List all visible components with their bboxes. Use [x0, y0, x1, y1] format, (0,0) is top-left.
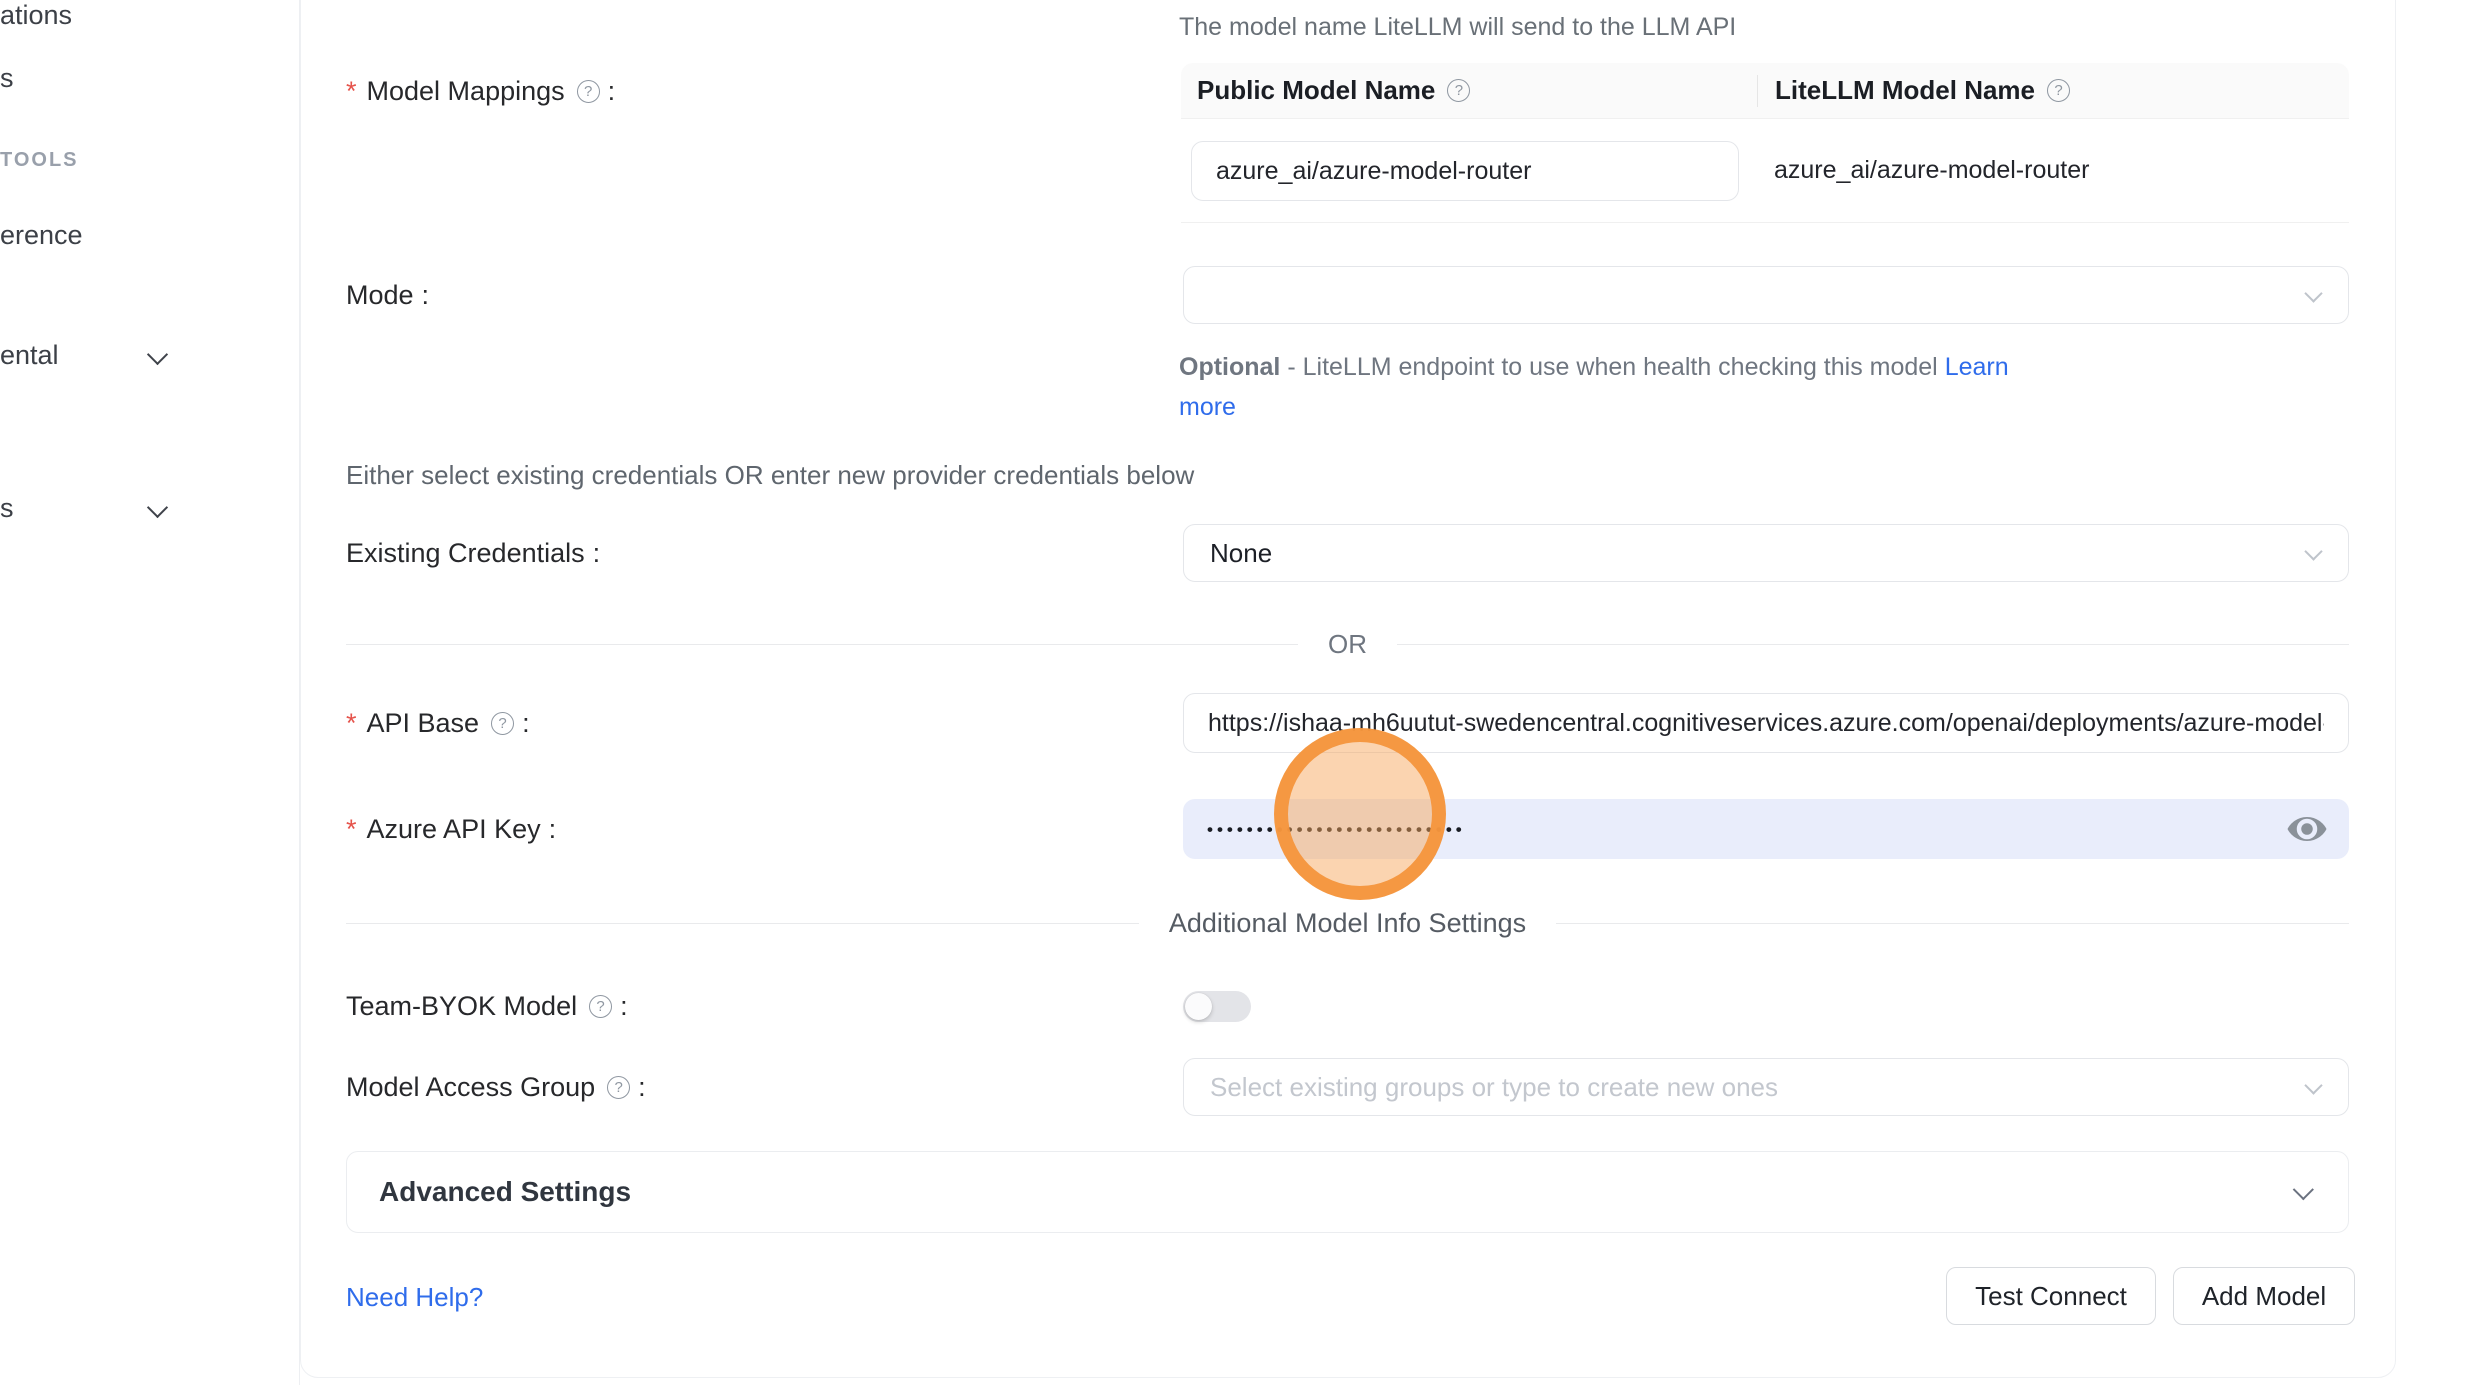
label-colon: :: [522, 708, 530, 739]
label-text: Team-BYOK Model: [346, 991, 577, 1022]
column-header-litellm-model-name: LiteLLM Model Name: [1758, 75, 2070, 106]
chevron-down-icon: [2304, 542, 2322, 560]
team-byok-label: Team-BYOK Model :: [346, 986, 628, 1026]
api-base-field-wrap: [1183, 693, 2349, 753]
masked-password-dots: ••••••••••••••••••••••••••: [1207, 820, 1466, 840]
label-text: Model Access Group: [346, 1072, 595, 1103]
model-mappings-label: * Model Mappings :: [346, 71, 615, 111]
existing-credentials-select[interactable]: None: [1183, 524, 2349, 582]
chevron-down-icon: [2304, 1076, 2322, 1094]
label-text: Azure API Key: [367, 814, 541, 845]
column-divider: [1757, 75, 1758, 107]
add-model-button[interactable]: Add Model: [2173, 1267, 2355, 1325]
helper-text: - LiteLLM endpoint to use when health ch…: [1280, 353, 1944, 381]
sidebar-item-organizations[interactable]: ations: [0, 0, 72, 33]
sidebar-item-label: ental: [0, 340, 59, 371]
help-icon[interactable]: [2047, 79, 2070, 102]
label-colon: :: [620, 991, 628, 1022]
public-model-name-input[interactable]: [1191, 141, 1739, 201]
sidebar-item-label: ations: [0, 0, 72, 31]
sidebar-section-tools: TOOLS: [0, 146, 79, 174]
test-connect-button[interactable]: Test Connect: [1946, 1267, 2156, 1325]
required-asterisk: *: [346, 76, 357, 107]
mode-label: Mode :: [346, 275, 429, 315]
chevron-down-icon: [2304, 284, 2322, 302]
sidebar-item-label: s: [0, 493, 14, 524]
or-divider-text: OR: [1328, 629, 1367, 660]
chevron-down-icon: [2293, 1179, 2314, 1200]
label-text: API Base: [367, 708, 480, 739]
advanced-settings-panel[interactable]: Advanced Settings: [346, 1151, 2349, 1233]
sidebar-item-label: s: [0, 63, 14, 94]
help-icon[interactable]: [607, 1076, 630, 1099]
mode-helper-text: Optional - LiteLLM endpoint to use when …: [1179, 347, 2039, 427]
required-asterisk: *: [346, 814, 357, 845]
column-header-public-model-name: Public Model Name: [1181, 75, 1758, 106]
sidebar-item-experimental[interactable]: ental: [0, 337, 59, 373]
or-divider: OR: [346, 629, 2349, 659]
model-access-group-select[interactable]: Select existing groups or type to create…: [1183, 1058, 2349, 1116]
label-text: Model Mappings: [367, 76, 565, 107]
chevron-down-icon: [147, 497, 168, 518]
column-header-label: Public Model Name: [1197, 75, 1435, 106]
need-help-link[interactable]: Need Help?: [346, 1282, 483, 1313]
required-asterisk: *: [346, 708, 357, 739]
sidebar-section-label: TOOLS: [0, 149, 79, 172]
chevron-down-icon: [147, 344, 168, 365]
existing-credentials-label: Existing Credentials :: [346, 533, 600, 573]
sidebar: ations s TOOLS erence ental s: [0, 0, 300, 1385]
azure-api-key-input[interactable]: ••••••••••••••••••••••••••: [1183, 799, 2349, 859]
select-placeholder: Select existing groups or type to create…: [1210, 1072, 1778, 1103]
additional-settings-divider: Additional Model Info Settings: [346, 908, 2349, 938]
help-icon[interactable]: [1447, 79, 1470, 102]
toggle-knob: [1185, 993, 1212, 1020]
label-colon: :: [608, 76, 616, 107]
select-value: None: [1210, 538, 1272, 569]
label-text: Existing Credentials: [346, 538, 585, 569]
litellm-model-name-value: azure_ai/azure-model-router: [1774, 156, 2089, 185]
sidebar-item-label: erence: [0, 220, 83, 251]
team-byok-toggle[interactable]: [1183, 991, 1251, 1022]
help-icon[interactable]: [589, 995, 612, 1018]
label-colon: :: [549, 814, 557, 845]
section-divider-text: Additional Model Info Settings: [1169, 908, 1526, 939]
mode-select[interactable]: [1183, 266, 2349, 324]
table-row: azure_ai/azure-model-router: [1181, 119, 2349, 223]
add-model-form-card: The model name LiteLLM will send to the …: [300, 0, 2396, 1378]
column-header-label: LiteLLM Model Name: [1775, 75, 2035, 106]
model-name-tooltip: The model name LiteLLM will send to the …: [1179, 13, 1736, 42]
advanced-settings-title: Advanced Settings: [379, 1176, 2293, 1208]
label-colon: :: [593, 538, 601, 569]
eye-icon[interactable]: [2287, 813, 2327, 845]
helper-bold: Optional: [1179, 353, 1280, 381]
table-header-row: Public Model Name LiteLLM Model Name: [1181, 63, 2349, 119]
azure-api-key-label: * Azure API Key :: [346, 809, 556, 849]
credentials-note: Either select existing credentials OR en…: [346, 460, 1194, 491]
sidebar-item-settings[interactable]: s: [0, 490, 14, 526]
label-colon: :: [638, 1072, 646, 1103]
api-base-input[interactable]: [1183, 693, 2349, 753]
model-access-group-label: Model Access Group :: [346, 1067, 646, 1107]
sidebar-item-api-reference[interactable]: erence: [0, 217, 83, 253]
label-text: Mode: [346, 280, 414, 311]
button-label: Test Connect: [1975, 1281, 2127, 1312]
model-mappings-table: Public Model Name LiteLLM Model Name azu…: [1181, 63, 2349, 223]
api-base-label: * API Base :: [346, 703, 530, 743]
help-icon[interactable]: [491, 712, 514, 735]
label-colon: :: [422, 280, 430, 311]
help-icon[interactable]: [577, 80, 600, 103]
button-label: Add Model: [2202, 1281, 2326, 1312]
sidebar-item-users[interactable]: s: [0, 60, 14, 96]
